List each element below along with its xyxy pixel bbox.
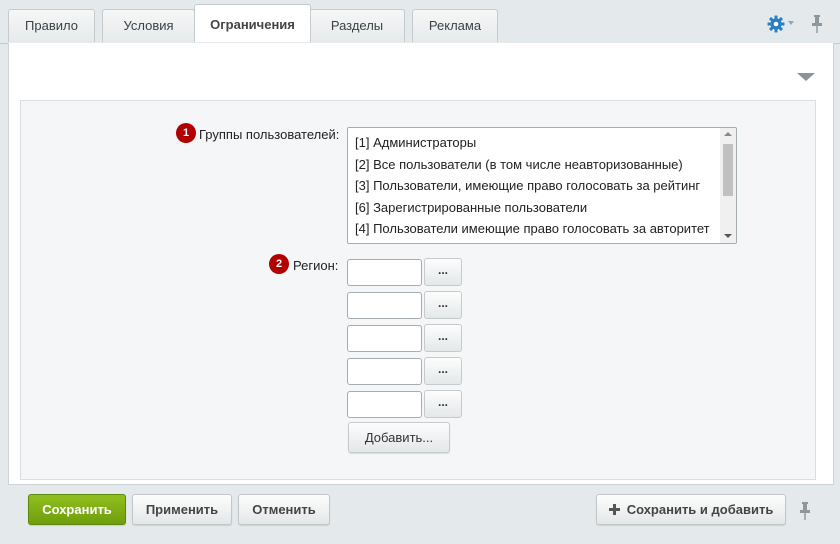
scroll-up-icon[interactable] [724,132,732,136]
user-groups-label: Группы пользователей: [199,127,340,142]
region-browse-button[interactable]: ... [424,390,462,418]
user-group-option[interactable]: [2] Все пользователи (в том числе неавто… [355,157,683,172]
user-group-option[interactable]: [4] Пользователи имеющие право голосоват… [355,221,710,236]
tab-conditions[interactable]: Условия [102,9,195,42]
listbox-scrollbar[interactable] [720,128,736,243]
tab-advertising[interactable]: Реклама [412,9,498,42]
apply-button[interactable]: Применить [132,494,232,525]
user-group-option[interactable]: [6] Зарегистрированные пользователи [355,200,587,215]
cancel-button[interactable]: Отменить [238,494,330,525]
collapse-arrow-icon[interactable] [797,73,815,81]
region-browse-button[interactable]: ... [424,357,462,385]
chevron-down-icon[interactable] [788,21,794,25]
pin-icon[interactable] [810,14,824,34]
region-label: Регион: [293,258,339,273]
user-groups-listbox[interactable]: [1] Администраторы [2] Все пользователи … [347,127,737,244]
plus-icon [608,504,620,515]
hint-badge-2: 2 [269,254,289,274]
region-input[interactable] [347,391,422,418]
region-input[interactable] [347,292,422,319]
tab-rule[interactable]: Правило [8,9,95,42]
region-browse-button[interactable]: ... [424,258,462,286]
region-input[interactable] [347,358,422,385]
region-browse-button[interactable]: ... [424,324,462,352]
add-region-button[interactable]: Добавить... [348,422,450,453]
hint-badge-1: 1 [176,123,196,143]
save-and-add-label: Сохранить и добавить [626,502,774,517]
save-and-add-button[interactable]: Сохранить и добавить [596,494,786,525]
user-group-option[interactable]: [3] Пользователи, имеющие право голосова… [355,178,700,193]
region-input[interactable] [347,259,422,286]
tab-sections[interactable]: Разделы [309,9,405,42]
region-browse-button[interactable]: ... [424,291,462,319]
scroll-down-icon[interactable] [724,234,732,238]
tab-restrictions[interactable]: Ограничения [194,4,311,42]
save-button[interactable]: Сохранить [28,494,126,525]
scroll-thumb[interactable] [723,144,733,196]
pin-icon[interactable] [798,501,812,521]
user-group-option[interactable]: [1] Администраторы [355,135,476,150]
region-input[interactable] [347,325,422,352]
gear-icon[interactable] [767,15,785,33]
